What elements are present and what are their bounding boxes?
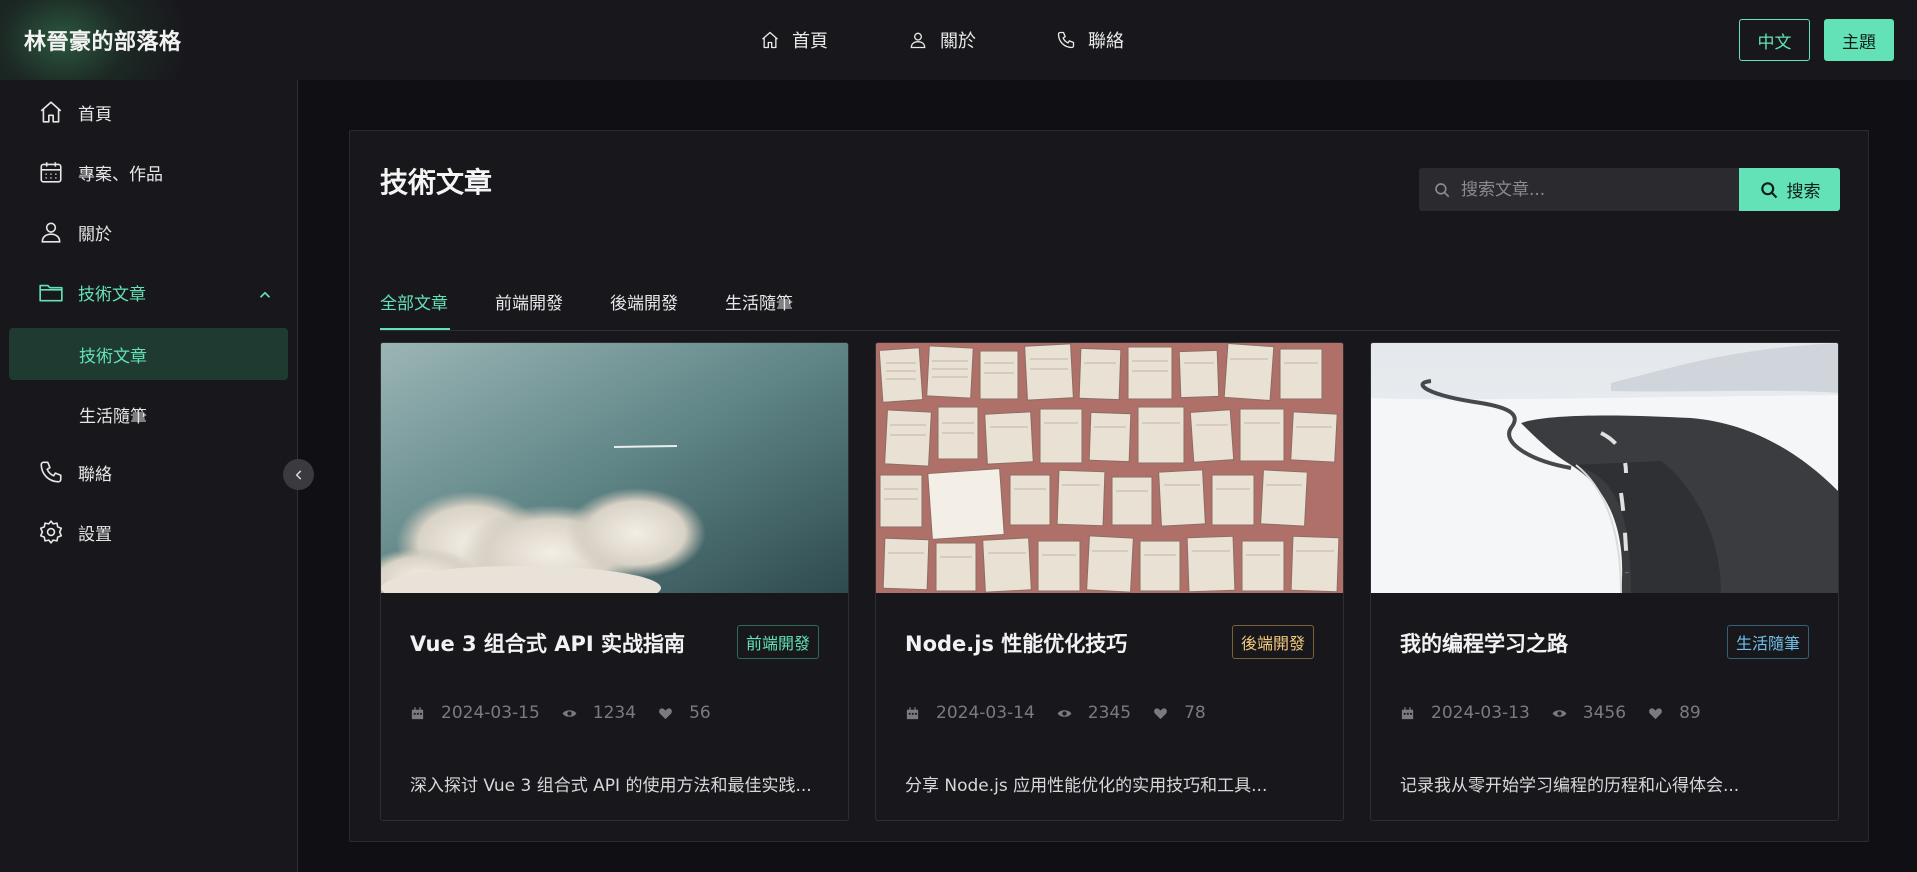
article-likes: 78 [1184,703,1206,723]
article-card[interactable]: Node.js 性能优化技巧 後端開發 2024-03-14 2345 78 分… [875,342,1344,821]
sidebar-item-label: 技術文章 [78,284,146,305]
heart-icon [1649,707,1662,719]
article-meta: 2024-03-15 1234 56 [410,703,733,723]
article-cover-image [876,343,1343,593]
article-tag: 生活隨筆 [1726,625,1809,659]
article-excerpt: 记录我从零开始学习编程的历程和心得体会... [1400,776,1740,796]
article-date: 2024-03-13 [1431,703,1530,723]
tab-backend[interactable]: 後端開發 [610,289,678,314]
sidebar-item-label: 設置 [78,524,112,545]
article-excerpt: 分享 Node.js 应用性能优化的实用技巧和工具... [905,776,1268,796]
top-nav-about[interactable]: 關於 [908,27,976,53]
heart-icon [1154,707,1167,719]
article-views: 2345 [1087,703,1132,723]
article-title[interactable]: Vue 3 组合式 API 实战指南 [410,628,685,658]
article-meta: 2024-03-13 3456 89 [1400,703,1723,723]
folder-icon [39,284,63,302]
article-date: 2024-03-15 [441,703,540,723]
sidebar-item-settings[interactable]: 設置 [38,512,112,552]
article-title[interactable]: 我的编程学习之路 [1400,628,1568,658]
top-nav-contact-label: 聯絡 [1088,31,1124,52]
search-button[interactable]: 搜索 [1739,168,1840,211]
article-views: 1234 [592,703,637,723]
site-brand[interactable]: 林晉豪的部落格 [24,24,182,56]
sidebar-item-label: 聯絡 [78,464,112,485]
chevron-left-icon [295,469,301,480]
article-likes: 89 [1679,703,1701,723]
article-meta: 2024-03-14 2345 78 [905,703,1228,723]
active-tab-indicator [380,328,450,330]
sidebar-item-label: 關於 [78,224,112,245]
language-button[interactable]: 中文 [1739,19,1810,61]
user-icon [910,32,926,49]
top-header: 林晉豪的部落格 首頁 關於 聯絡 中文 主題 [0,0,1917,140]
eye-icon [1552,709,1567,717]
tab-all[interactable]: 全部文章 [380,289,448,314]
top-nav: 首頁 關於 聯絡 [760,0,1204,80]
article-views: 3456 [1582,703,1627,723]
search-field[interactable] [1419,168,1739,211]
calendar-icon [40,162,62,183]
home-icon [40,101,62,123]
article-cover-image [381,343,848,593]
article-card[interactable]: Vue 3 组合式 API 实战指南 前端開發 2024-03-15 1234 … [380,342,849,821]
articles-panel: 技術文章 搜索 全部文章 前端開發 後端開發 生活隨筆 [349,130,1869,842]
search-input[interactable] [1461,179,1731,200]
sidebar-item-articles[interactable]: 技術文章 [38,272,146,312]
sidebar-collapse-button[interactable] [283,459,314,490]
tab-frontend[interactable]: 前端開發 [495,289,563,314]
user-icon [41,222,61,243]
article-likes: 56 [689,703,711,723]
calendar-icon [906,706,919,719]
sidebar-item-contact[interactable]: 聯絡 [38,452,112,492]
top-nav-contact[interactable]: 聯絡 [1056,27,1124,53]
top-nav-home[interactable]: 首頁 [760,27,828,53]
article-card[interactable]: 我的编程学习之路 生活隨筆 2024-03-13 3456 89 记录我从零开始… [1370,342,1839,821]
article-tag: 前端開發 [736,625,819,659]
eye-icon [1057,709,1072,717]
theme-button[interactable]: 主題 [1824,19,1894,61]
page-title: 技術文章 [380,166,493,199]
search-icon [1760,181,1777,198]
sidebar-item-about[interactable]: 關於 [38,212,112,252]
sidebar-subitem-life[interactable]: 生活隨筆 [9,388,288,440]
sidebar-item-projects[interactable]: 專案、作品 [38,152,163,192]
phone-icon [1057,31,1075,49]
search-button-label: 搜索 [1786,182,1821,202]
calendar-icon [1401,706,1414,719]
eye-icon [562,709,577,717]
search-icon [1435,182,1450,197]
sidebar-subitem-articles[interactable]: 技術文章 [9,328,288,380]
gear-icon [39,520,63,544]
article-cover-image [1371,343,1838,593]
chevron-up-icon[interactable] [256,286,274,304]
sidebar-item-home[interactable]: 首頁 [38,92,112,132]
sidebar-item-label: 專案、作品 [78,164,163,185]
calendar-icon [411,706,424,719]
heart-icon [659,707,672,719]
tab-life[interactable]: 生活隨筆 [725,289,793,314]
article-title[interactable]: Node.js 性能优化技巧 [905,628,1127,658]
article-date: 2024-03-14 [936,703,1035,723]
category-tabs: 全部文章 前端開發 後端開發 生活隨筆 [380,281,1840,331]
home-icon [762,31,778,49]
top-nav-about-label: 關於 [940,31,976,52]
article-excerpt: 深入探讨 Vue 3 组合式 API 的使用方法和最佳实践... [410,776,812,796]
article-tag: 後端開發 [1231,625,1314,659]
sidebar-item-label: 首頁 [78,104,112,125]
phone-icon [40,461,62,483]
sidebar: 首頁 專案、作品 關於 技術文章 技術文章 生活隨筆 聯絡 設置 [0,80,298,872]
top-nav-home-label: 首頁 [792,31,828,52]
